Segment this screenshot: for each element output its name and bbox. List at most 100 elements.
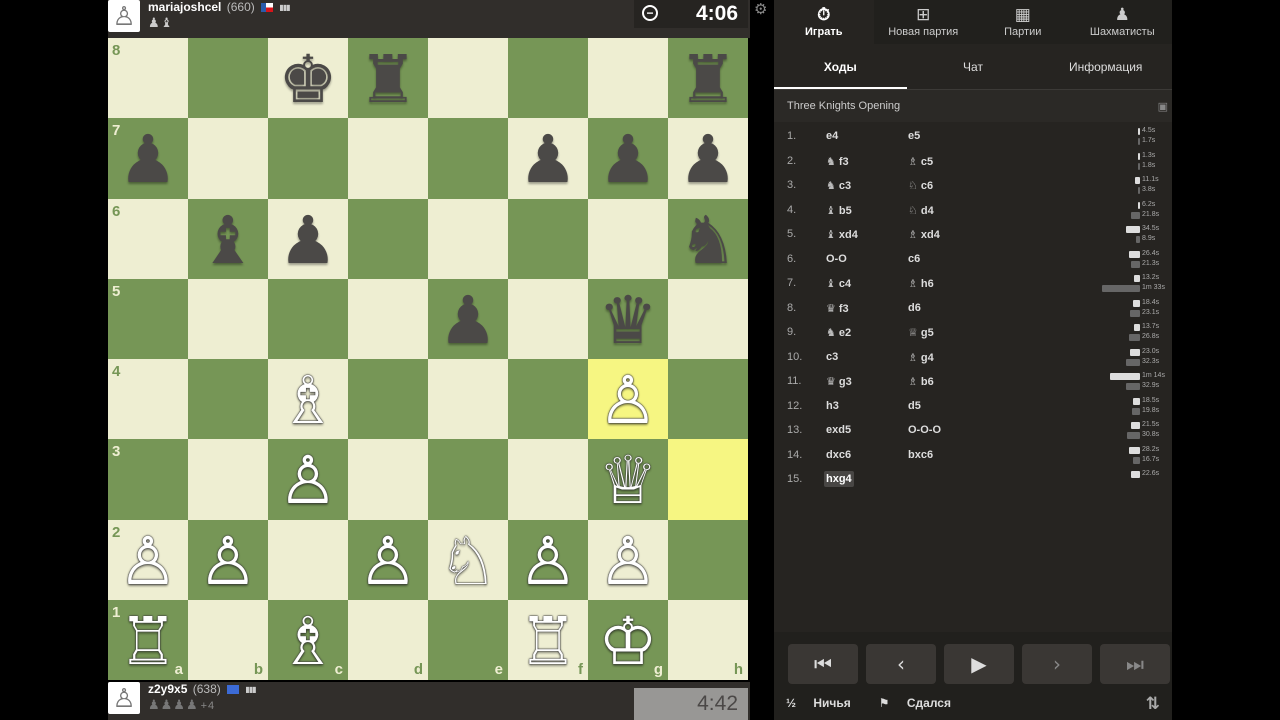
square-g5[interactable]: ♛ xyxy=(588,278,668,359)
previous-move-button[interactable]: ‹ xyxy=(866,644,936,684)
square-h4[interactable] xyxy=(668,359,748,440)
square-a1[interactable]: 1 a ♖ xyxy=(108,599,188,680)
first-move-button[interactable]: ⏮ xyxy=(788,644,858,684)
black-move[interactable]: d5 xyxy=(908,400,921,412)
white-move[interactable]: ♝ xd4 xyxy=(826,228,858,241)
square-c7[interactable] xyxy=(268,118,348,199)
white-piece-e2[interactable]: ♘ xyxy=(438,528,497,595)
tab-moves[interactable]: Ходы xyxy=(774,44,907,89)
play-button[interactable]: ▶ xyxy=(944,644,1014,684)
square-b8[interactable] xyxy=(188,38,268,119)
black-move[interactable]: e5 xyxy=(908,130,920,142)
square-h2[interactable] xyxy=(668,519,748,600)
square-e3[interactable] xyxy=(428,439,508,520)
square-c1[interactable]: c ♗ xyxy=(268,599,348,680)
white-move[interactable]: ♞ e2 xyxy=(826,326,851,339)
black-move[interactable]: ♗ c5 xyxy=(908,155,933,168)
square-b2[interactable]: ♙ xyxy=(188,519,268,600)
black-move[interactable]: ♗ b6 xyxy=(908,375,934,388)
square-e2[interactable]: ♘ xyxy=(428,519,508,600)
black-piece-f7[interactable]: ♟ xyxy=(518,127,577,193)
black-piece-h8[interactable]: ♜ xyxy=(678,47,737,113)
bottom-player-avatar[interactable]: ♙ xyxy=(108,682,140,714)
black-move[interactable]: c6 xyxy=(908,253,920,265)
black-piece-h7[interactable]: ♟ xyxy=(678,127,737,193)
black-move[interactable]: ♗ xd4 xyxy=(908,228,940,241)
square-e1[interactable]: e xyxy=(428,599,508,680)
square-g8[interactable] xyxy=(588,38,668,119)
square-h5[interactable] xyxy=(668,278,748,359)
square-g4[interactable]: ♙ xyxy=(588,359,668,440)
white-piece-d2[interactable]: ♙ xyxy=(358,528,417,595)
flip-board-icon[interactable]: ⇅ xyxy=(1146,694,1160,714)
square-a3[interactable]: 3 xyxy=(108,439,188,520)
square-c6[interactable]: ♟ xyxy=(268,198,348,279)
square-h3[interactable] xyxy=(668,439,748,520)
tab-players[interactable]: ♟ Шахматисты xyxy=(1073,0,1173,44)
square-c8[interactable]: ♚ xyxy=(268,38,348,119)
square-g1[interactable]: g ♔ xyxy=(588,599,668,680)
white-move[interactable]: ♛ g3 xyxy=(826,375,852,388)
board-settings-gear-icon[interactable]: ⚙ xyxy=(754,0,767,18)
last-move-button[interactable]: ⏭ xyxy=(1100,644,1170,684)
square-c3[interactable]: ♙ xyxy=(268,439,348,520)
black-move[interactable]: ♗ g4 xyxy=(908,351,934,364)
black-piece-g5[interactable]: ♛ xyxy=(598,287,657,354)
square-h6[interactable]: ♞ xyxy=(668,198,748,279)
square-e6[interactable] xyxy=(428,198,508,279)
square-f8[interactable] xyxy=(508,38,588,119)
white-move[interactable]: ♛ f3 xyxy=(826,302,849,315)
next-move-button[interactable]: › xyxy=(1022,644,1092,684)
black-move[interactable]: ♘ d4 xyxy=(908,204,934,217)
square-a7[interactable]: 7 ♟ xyxy=(108,118,188,199)
square-c5[interactable] xyxy=(268,278,348,359)
chess-board[interactable]: 8 ♚ ♜ ♜ 7 ♟ ♟ ♟ ♟ 6 ♝ ♟ ♞ 5 ♟ ♛ 4 ♗ ♙ 3 ♙ ♕ 2 ♙ ♙ ♙ ♘ ♙ ♙ 1 a ♖ b c ♗ d e f ♖ g… xyxy=(108,38,748,680)
square-d6[interactable] xyxy=(348,198,428,279)
white-piece-f2[interactable]: ♙ xyxy=(518,528,577,595)
square-f1[interactable]: f ♖ xyxy=(508,599,588,680)
white-piece-g3[interactable]: ♕ xyxy=(598,448,657,514)
white-piece-g4[interactable]: ♙ xyxy=(598,368,657,434)
white-piece-c4[interactable]: ♗ xyxy=(278,368,337,434)
square-e8[interactable] xyxy=(428,38,508,119)
square-a6[interactable]: 6 xyxy=(108,198,188,279)
black-move[interactable]: ♗ h6 xyxy=(908,277,934,290)
book-icon[interactable]: ▣ xyxy=(1158,100,1168,113)
square-b4[interactable] xyxy=(188,359,268,440)
square-a4[interactable]: 4 xyxy=(108,359,188,440)
tab-new-game[interactable]: ⊞ Новая партия xyxy=(874,0,974,44)
square-b6[interactable]: ♝ xyxy=(188,198,268,279)
tab-play[interactable]: ⏱ Играть xyxy=(774,0,874,44)
opening-name[interactable]: Three Knights Opening xyxy=(787,100,900,112)
white-piece-f1[interactable]: ♖ xyxy=(518,608,577,675)
black-piece-c8[interactable]: ♚ xyxy=(278,47,337,113)
black-move[interactable]: d6 xyxy=(908,302,921,314)
square-d3[interactable] xyxy=(348,439,428,520)
square-h8[interactable]: ♜ xyxy=(668,38,748,119)
black-move[interactable]: ♕ g5 xyxy=(908,326,934,339)
square-e4[interactable] xyxy=(428,359,508,440)
square-g6[interactable] xyxy=(588,198,668,279)
square-h1[interactable]: h xyxy=(668,599,748,680)
square-h7[interactable]: ♟ xyxy=(668,118,748,199)
white-move[interactable]: ♝ b5 xyxy=(826,204,852,217)
white-piece-c3[interactable]: ♙ xyxy=(278,448,337,514)
square-g3[interactable]: ♕ xyxy=(588,439,668,520)
square-g2[interactable]: ♙ xyxy=(588,519,668,600)
top-player-name[interactable]: mariajoshcel xyxy=(148,0,221,14)
white-move[interactable]: e4 xyxy=(826,130,838,142)
bottom-player-name[interactable]: z2y9x5 xyxy=(148,682,187,696)
white-move[interactable]: h3 xyxy=(826,400,839,412)
square-f3[interactable] xyxy=(508,439,588,520)
white-move[interactable]: ♞ f3 xyxy=(826,155,849,168)
tab-games[interactable]: ▦ Партии xyxy=(973,0,1073,44)
white-piece-b2[interactable]: ♙ xyxy=(198,528,257,595)
square-f4[interactable] xyxy=(508,359,588,440)
tab-chat[interactable]: Чат xyxy=(907,44,1040,89)
white-move[interactable]: c3 xyxy=(826,351,838,363)
black-piece-d8[interactable]: ♜ xyxy=(358,47,417,113)
black-move[interactable]: bxc6 xyxy=(908,449,933,461)
white-move[interactable]: hxg4 xyxy=(824,471,854,487)
white-piece-c1[interactable]: ♗ xyxy=(278,608,337,675)
white-piece-g2[interactable]: ♙ xyxy=(598,528,657,595)
